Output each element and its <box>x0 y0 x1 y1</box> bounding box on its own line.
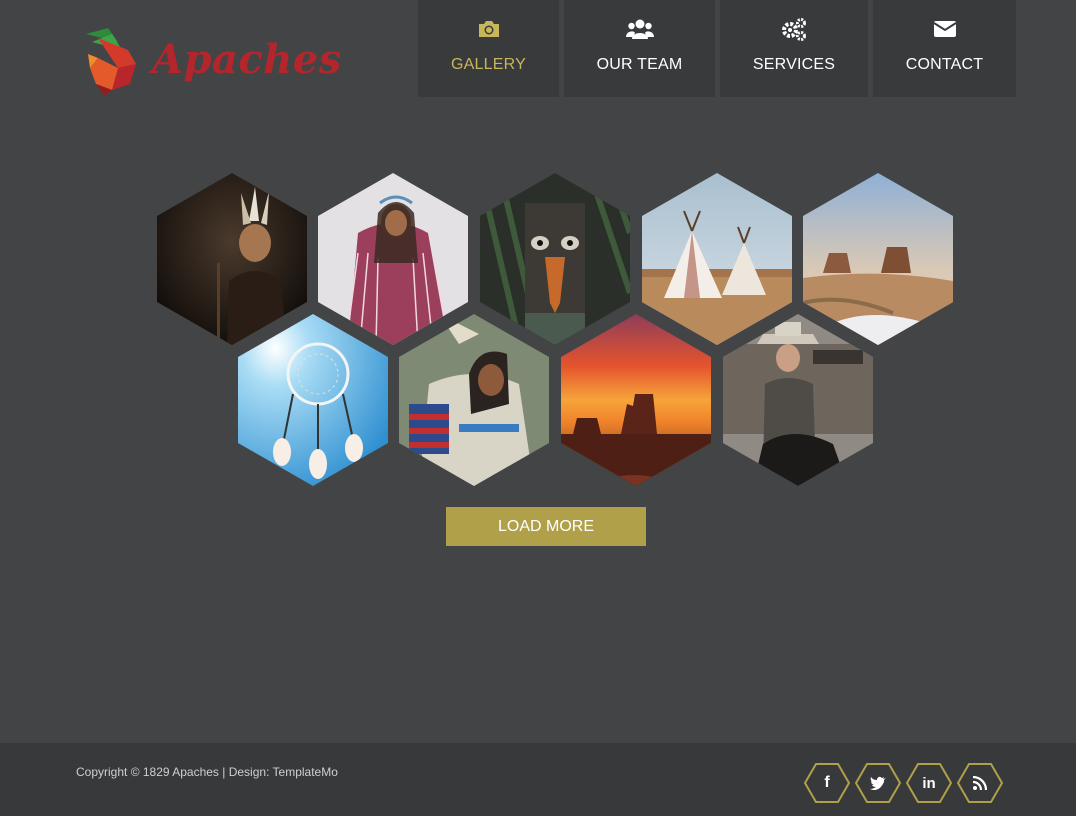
twitter-link[interactable] <box>855 763 901 803</box>
twitter-icon <box>855 763 901 803</box>
gallery-item-dreamcatcher[interactable] <box>238 314 388 486</box>
copyright-text: Copyright © 1829 Apaches | Design: Templ… <box>76 765 338 779</box>
nav-contact[interactable]: CONTACT <box>873 0 1016 97</box>
rss-link[interactable] <box>957 763 1003 803</box>
linkedin-icon: in <box>922 774 936 792</box>
logo-text: Apaches <box>152 36 342 83</box>
gallery-item-teepee-camp[interactable] <box>642 173 792 345</box>
site-logo[interactable]: Apaches <box>78 24 341 98</box>
linkedin-link[interactable]: in <box>906 763 952 803</box>
gallery-item-sunset-mesa[interactable] <box>561 314 711 486</box>
camera-icon <box>477 17 501 41</box>
gallery-item-monument-valley[interactable] <box>803 173 953 345</box>
users-icon <box>625 17 654 41</box>
gallery-item-fringed-shawl[interactable] <box>318 173 468 345</box>
nav-our-team-label: OUR TEAM <box>596 56 683 73</box>
gallery-item-cowboy-rider[interactable] <box>723 314 873 486</box>
apache-head-logo-icon <box>86 28 136 96</box>
nav-services[interactable]: SERVICES <box>720 0 868 97</box>
envelope-icon <box>932 17 957 41</box>
nav-services-label: SERVICES <box>752 56 836 73</box>
gallery-item-totem-pole[interactable] <box>480 173 630 345</box>
facebook-link[interactable]: f <box>804 763 850 803</box>
gallery-item-headdress-warrior[interactable] <box>157 173 307 345</box>
rss-icon <box>957 763 1003 803</box>
gears-icon <box>781 17 807 41</box>
load-more-button[interactable]: LOAD MORE <box>446 507 646 546</box>
nav-gallery-label: GALLERY <box>451 56 526 73</box>
nav-gallery[interactable]: GALLERY <box>418 0 559 97</box>
nav-our-team[interactable]: OUR TEAM <box>564 0 715 97</box>
nav-contact-label: CONTACT <box>905 56 984 73</box>
footer: Copyright © 1829 Apaches | Design: Templ… <box>0 743 1076 816</box>
gallery-item-regalia-dancer[interactable] <box>399 314 549 486</box>
facebook-icon: f <box>824 774 830 791</box>
